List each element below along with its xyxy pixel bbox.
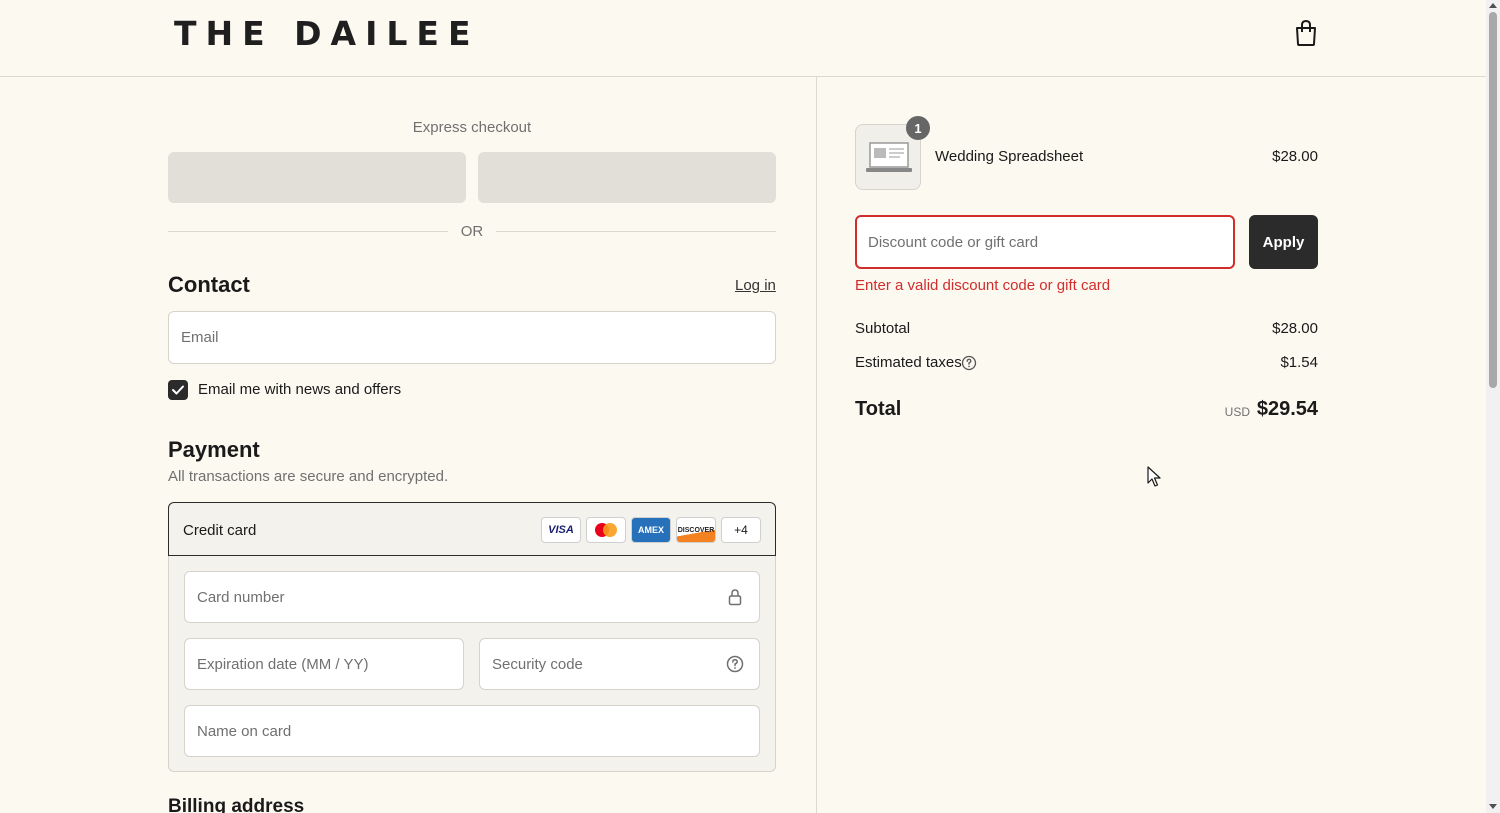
taxes-label: Estimated taxes	[855, 354, 962, 371]
security-code-field[interactable]: Security code	[479, 638, 760, 690]
apply-button[interactable]: Apply	[1249, 215, 1318, 269]
card-number-placeholder: Card number	[197, 588, 285, 606]
discover-text: DISCOVER	[677, 526, 715, 534]
expiration-date-field[interactable]: Expiration date (MM / YY)	[184, 638, 464, 690]
subtotal-value: $28.00	[1272, 320, 1318, 337]
header: THE DAILEE	[0, 0, 1486, 77]
column-divider	[816, 77, 817, 813]
billing-address-title: Billing address	[168, 796, 305, 813]
discount-placeholder: Discount code or gift card	[868, 233, 1039, 251]
shopping-bag-icon[interactable]	[1293, 19, 1319, 47]
checkmark-icon	[172, 385, 184, 395]
store-logo[interactable]: THE DAILEE	[174, 14, 479, 53]
login-link[interactable]: Log in	[735, 277, 776, 294]
contact-title: Contact	[168, 272, 250, 297]
more-cards-text: +4	[734, 523, 748, 537]
total-label: Total	[855, 398, 902, 420]
visa-logo: VISA	[541, 517, 581, 543]
checkout-page: THE DAILEE Express checkout OR Contact L…	[0, 0, 1500, 813]
taxes-value: $1.54	[1280, 354, 1318, 371]
amex-text: AMEX	[637, 525, 664, 535]
amex-logo: AMEX	[631, 517, 671, 543]
express-checkout-button-1[interactable]	[168, 152, 466, 203]
express-checkout-button-2[interactable]	[478, 152, 776, 203]
mastercard-logo	[586, 517, 626, 543]
discover-logo: DISCOVER	[676, 517, 716, 543]
total-currency: USD	[1224, 405, 1250, 419]
visa-text: VISA	[548, 524, 574, 536]
or-divider: OR	[168, 222, 776, 242]
total-value: $29.54	[1256, 398, 1318, 420]
or-text: OR	[460, 223, 484, 240]
question-circle-icon[interactable]	[726, 655, 744, 673]
question-circle-icon[interactable]	[961, 355, 977, 371]
product-price: $28.00	[1272, 148, 1318, 165]
payment-subtitle: All transactions are secure and encrypte…	[168, 468, 449, 485]
name-on-card-field[interactable]: Name on card	[184, 705, 760, 757]
scroll-down-arrow-icon[interactable]	[1489, 802, 1497, 810]
mouse-cursor-icon	[1147, 466, 1161, 487]
mastercard-icon	[595, 523, 617, 537]
payment-title: Payment	[168, 437, 260, 462]
product-name: Wedding Spreadsheet	[935, 148, 1084, 165]
email-placeholder: Email	[181, 329, 219, 346]
newsletter-label: Email me with news and offers	[198, 381, 402, 398]
quantity-badge: 1	[906, 116, 930, 140]
scrollbar-thumb[interactable]	[1489, 12, 1497, 388]
subtotal-label: Subtotal	[855, 320, 911, 337]
credit-card-option[interactable]: Credit card VISA AMEX DISCOVER +4	[168, 502, 776, 556]
email-field[interactable]: Email	[168, 311, 776, 364]
card-number-field[interactable]: Card number	[184, 571, 760, 623]
scrollbar[interactable]	[1486, 0, 1500, 813]
discount-code-input[interactable]: Discount code or gift card	[855, 215, 1235, 269]
discount-error-message: Enter a valid discount code or gift card	[855, 277, 1111, 294]
newsletter-checkbox[interactable]	[168, 380, 188, 400]
lock-icon	[728, 589, 742, 606]
scroll-up-arrow-icon[interactable]	[1489, 2, 1497, 10]
express-checkout-label: Express checkout	[412, 119, 532, 136]
credit-card-label: Credit card	[183, 522, 257, 539]
name-on-card-placeholder: Name on card	[197, 722, 292, 740]
more-cards-badge: +4	[721, 517, 761, 543]
expiration-placeholder: Expiration date (MM / YY)	[197, 655, 369, 673]
security-code-placeholder: Security code	[492, 655, 583, 673]
